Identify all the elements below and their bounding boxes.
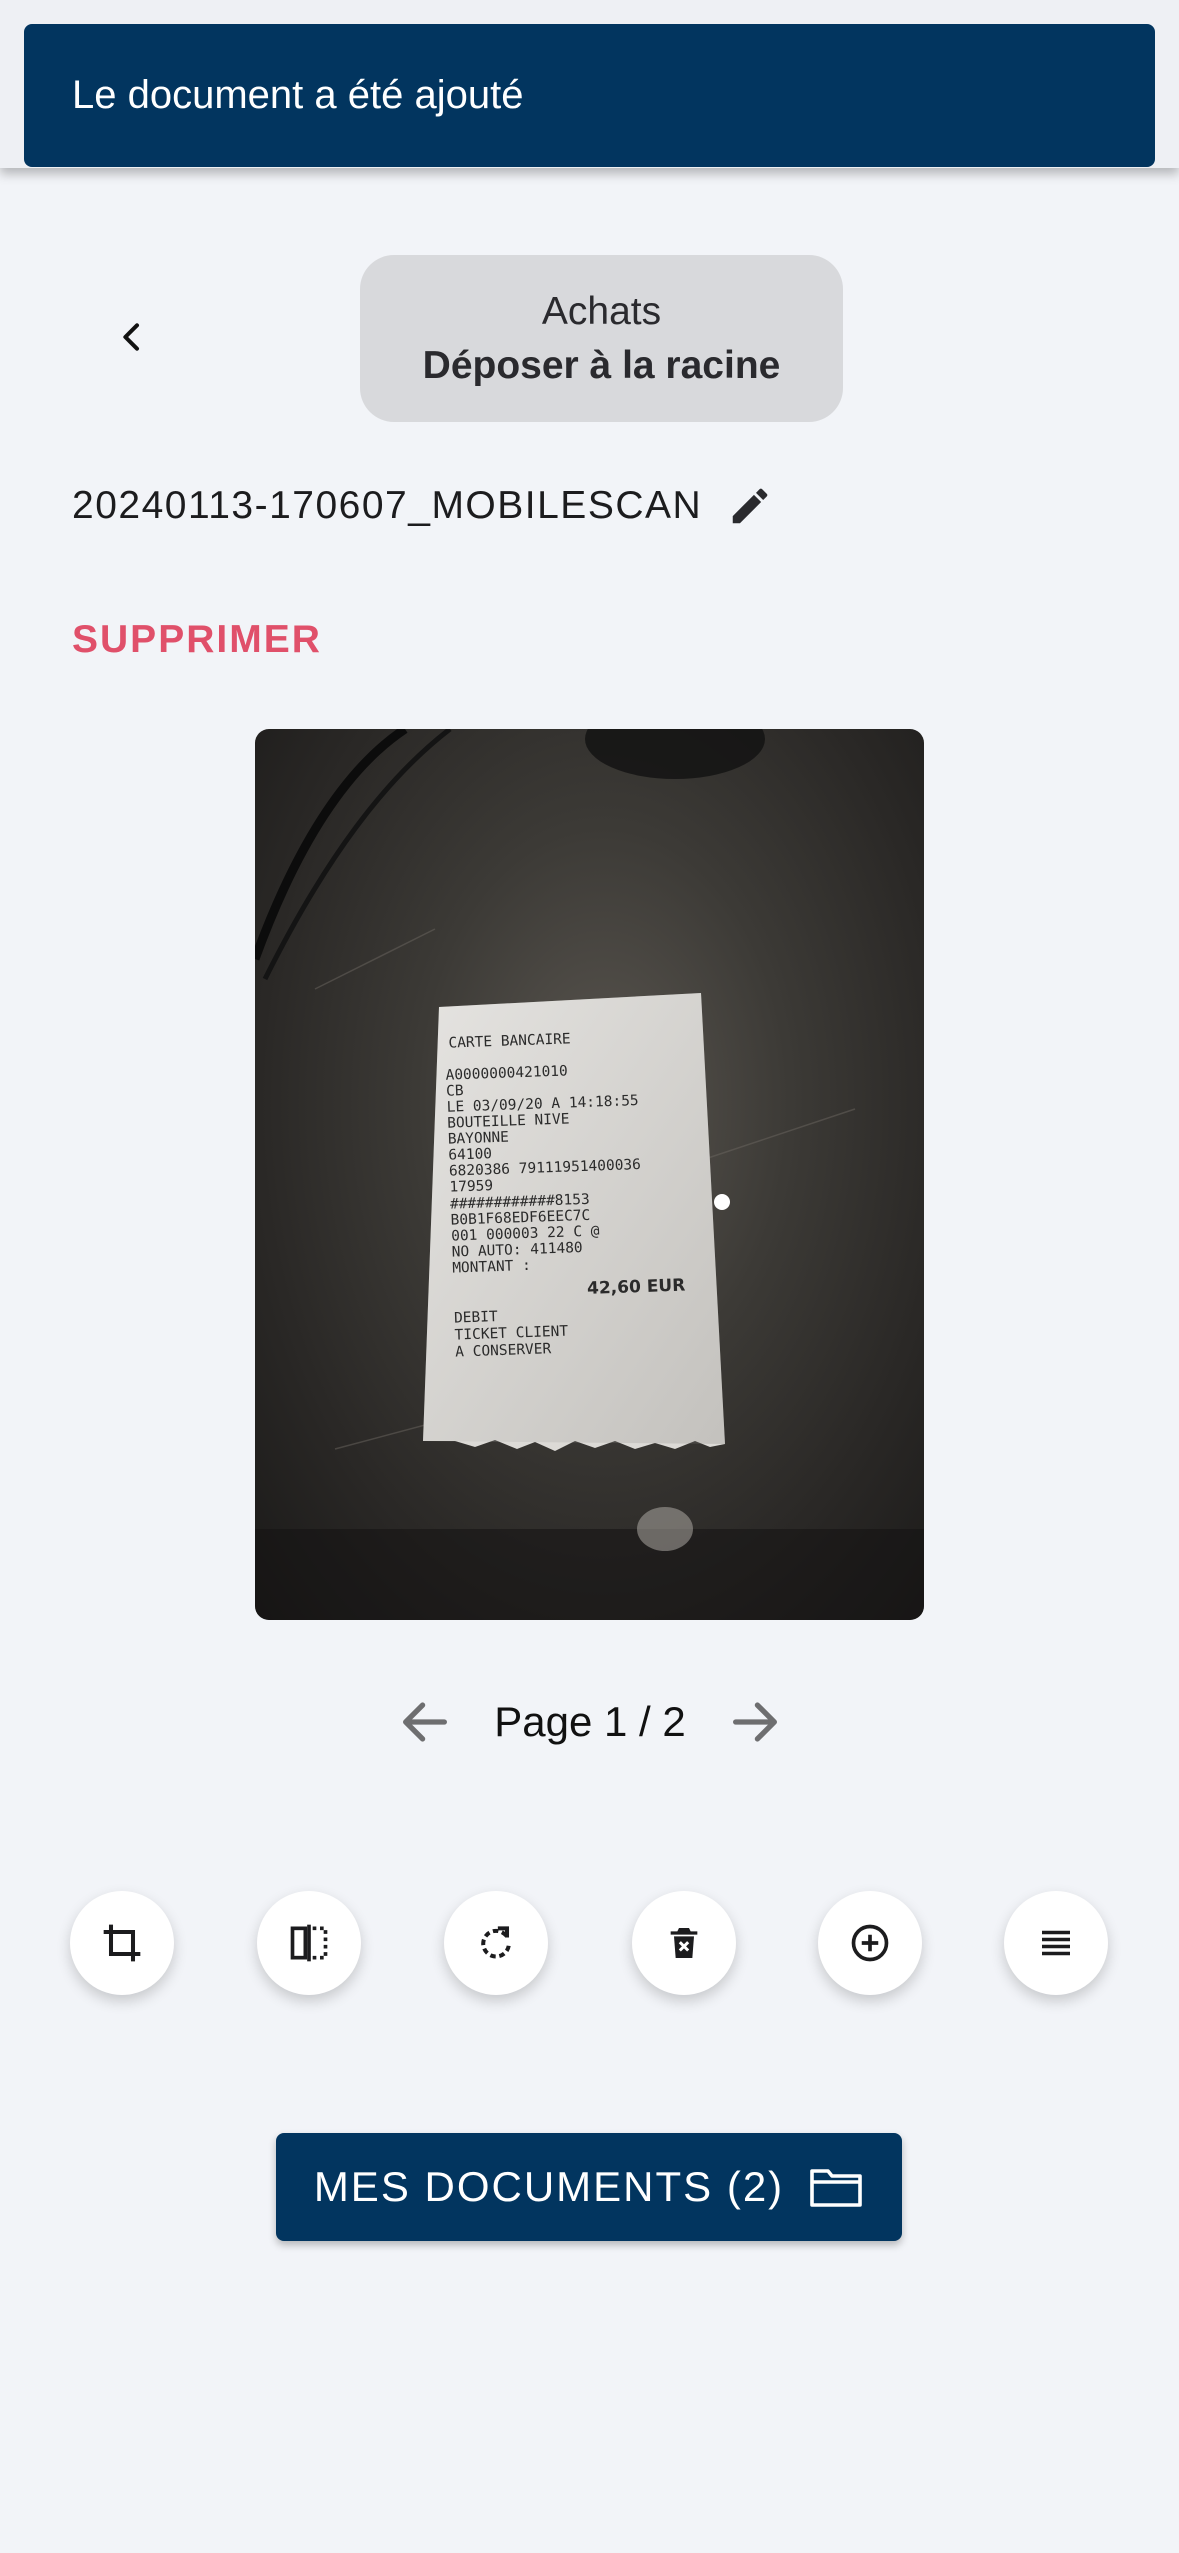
scan-preview[interactable]: CARTE BANCAIRE A0000000421010 CB LE 03/0… [255, 729, 924, 1620]
rotate-icon [481, 1926, 511, 1959]
folder-icon [808, 2163, 864, 2211]
folder-action: Déposer à la racine [422, 343, 781, 387]
plus-circle-icon [851, 1924, 889, 1962]
receipt-line: DEBIT [454, 1309, 498, 1327]
my-documents-button[interactable]: MES DOCUMENTS (2) [276, 2133, 902, 2241]
page-indicator: Page 1 / 2 [494, 1698, 686, 1745]
delete-document-button[interactable]: SUPPRIMER [72, 618, 322, 662]
folder-name: Achats [541, 289, 662, 333]
crop-icon [103, 1924, 141, 1962]
split-button[interactable] [257, 1891, 361, 1995]
add-page-button[interactable] [818, 1891, 922, 1995]
split-icon [290, 1924, 328, 1962]
rename-button[interactable] [722, 478, 778, 534]
trash-icon [670, 1928, 698, 1958]
reorder-button[interactable] [1004, 1891, 1108, 1995]
receipt-line: 64100 [448, 1146, 492, 1164]
previous-page-button[interactable] [395, 1692, 455, 1752]
receipt-line: MONTANT : [452, 1258, 531, 1277]
arrow-left-icon [403, 1702, 447, 1742]
my-documents-label: MES DOCUMENTS (2) [313, 2163, 785, 2210]
arrow-right-icon [732, 1702, 777, 1742]
page-navigator: Page 1 / 2 [395, 1690, 785, 1754]
crop-button[interactable] [70, 1891, 174, 1995]
receipt-line: A CONSERVER [455, 1341, 552, 1360]
chevron-left-icon [123, 323, 139, 351]
next-page-button[interactable] [725, 1692, 785, 1752]
back-button[interactable] [100, 305, 164, 369]
document-name: 20240113-170607_MOBILESCAN [72, 484, 703, 527]
document-editor-screen: Le document a été ajouté Achats Déposer … [0, 0, 1179, 2553]
glare-spot [714, 1194, 730, 1210]
toast-message: Le document a été ajouté [72, 73, 524, 117]
receipt-line: BAYONNE [448, 1130, 510, 1148]
toast-snackbar: Le document a été ajouté [24, 24, 1155, 167]
receipt-amount: 42,60 EUR [587, 1275, 686, 1298]
document-name-row: 20240113-170607_MOBILESCAN [72, 470, 778, 542]
receipt-line: 17959 [449, 1178, 493, 1196]
receipt-line: CB [446, 1083, 464, 1100]
delete-page-button[interactable] [632, 1891, 736, 1995]
pencil-icon [732, 488, 768, 524]
lines-icon [1042, 1930, 1070, 1956]
rotate-button[interactable] [444, 1891, 548, 1995]
folder-selector[interactable]: Achats Déposer à la racine [360, 255, 843, 422]
scan-photo: CARTE BANCAIRE A0000000421010 CB LE 03/0… [255, 729, 924, 1620]
